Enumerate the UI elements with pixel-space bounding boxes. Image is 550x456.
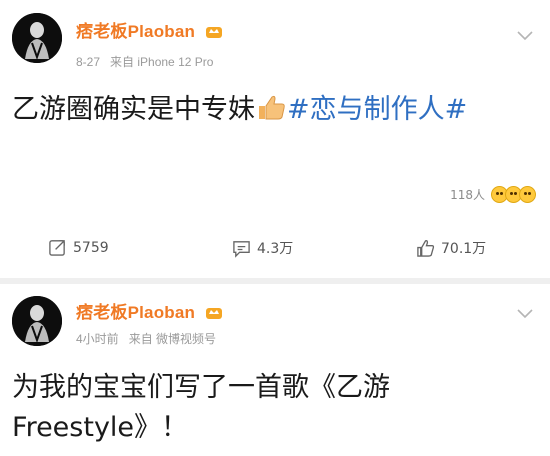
post-body: 乙游圈确实是中专妹 #恋与制作人# — [12, 90, 532, 133]
action-bar: 5759 4.3万 70.1万 — [0, 232, 550, 262]
like-button[interactable]: 70.1万 — [416, 238, 486, 258]
post-time: 4小时前 — [76, 332, 119, 346]
post-text: 为我的宝宝们写了一首歌《乙游 Freestyle》！ — [12, 372, 390, 443]
post-body: 为我的宝宝们写了一首歌《乙游 Freestyle》！ — [12, 368, 532, 448]
post-source: 来自 iPhone 12 Pro — [110, 55, 214, 69]
emoji-icon — [519, 186, 536, 203]
username[interactable]: 痞老板Plaoban — [76, 298, 223, 325]
chevron-down-icon[interactable] — [516, 308, 534, 320]
crown-badge-icon — [205, 304, 223, 325]
weibo-post: 痞老板Plaoban 8-27 来自 iPhone 12 Pro 乙游圈确实是中专… — [0, 0, 550, 278]
reaction-summary[interactable]: 118人 — [450, 186, 536, 203]
comment-count: 4.3万 — [257, 241, 294, 257]
username-text[interactable]: 痞老板Plaoban — [76, 303, 195, 322]
crown-badge-icon — [205, 23, 223, 44]
post-source: 来自 微博视频号 — [128, 332, 217, 346]
reaction-emojis — [491, 186, 536, 203]
post-meta: 8-27 来自 iPhone 12 Pro — [76, 53, 213, 70]
hashtag-link[interactable]: #恋与制作人# — [287, 94, 467, 125]
avatar[interactable] — [12, 13, 62, 63]
post-meta: 4小时前 来自 微博视频号 — [76, 330, 216, 347]
avatar[interactable] — [12, 296, 62, 346]
post-time: 8-27 — [76, 55, 101, 69]
post-text: 乙游圈确实是中专妹 — [12, 94, 255, 125]
comment-button[interactable]: 4.3万 — [232, 238, 293, 258]
chevron-down-icon[interactable] — [516, 30, 534, 42]
username[interactable]: 痞老板Plaoban — [76, 17, 223, 44]
weibo-post: 痞老板Plaoban 4小时前 来自 微博视频号 为我的宝宝们写了一首歌《乙游 F… — [0, 284, 550, 456]
comment-icon — [233, 240, 250, 258]
thumbs-up-emoji — [256, 93, 286, 133]
reaction-count: 118人 — [450, 188, 485, 202]
repost-count: 5759 — [73, 239, 109, 256]
repost-button[interactable]: 5759 — [48, 238, 109, 257]
username-text[interactable]: 痞老板Plaoban — [76, 22, 195, 41]
like-icon — [417, 239, 435, 257]
repost-icon — [49, 240, 65, 256]
like-count: 70.1万 — [441, 241, 487, 257]
